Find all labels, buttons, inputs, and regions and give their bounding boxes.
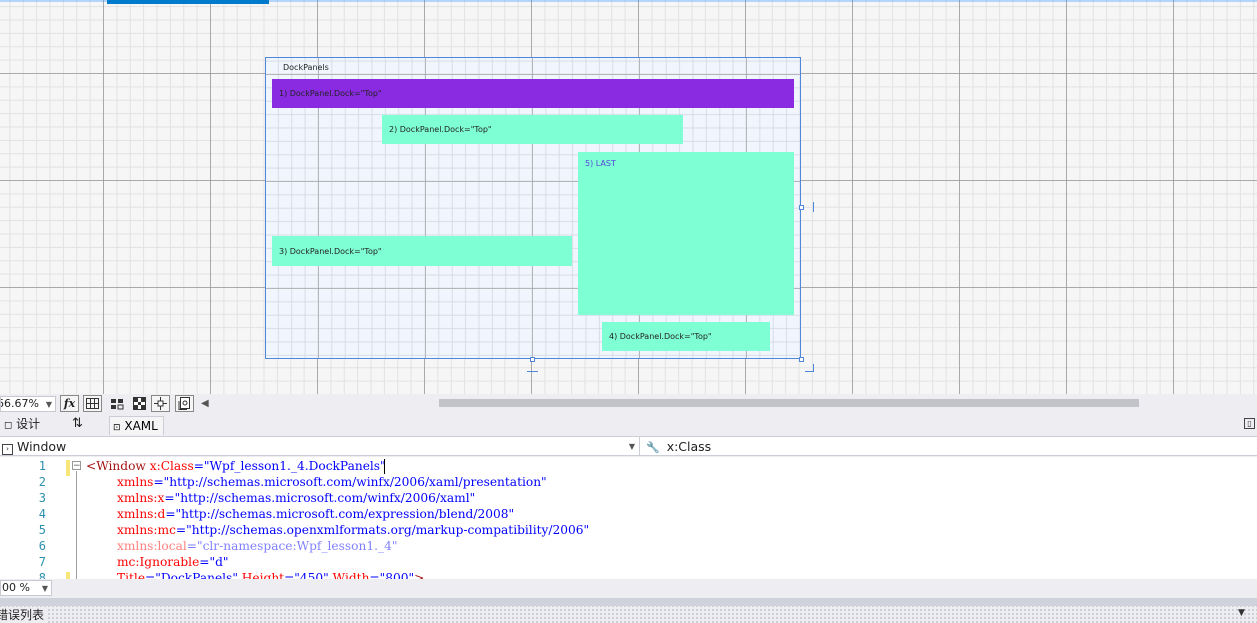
active-document-tab-indicator[interactable] [107, 0, 269, 4]
editor-status-bar [0, 579, 1257, 597]
editor-zoom-value: 100 % [1, 581, 30, 594]
resize-handle-right[interactable] [799, 205, 804, 210]
artboard-background-icon[interactable] [130, 395, 149, 412]
code-line: xmlns:mc="http://schemas.openxmlformats.… [117, 523, 590, 537]
design-view-icon: ◻ [4, 420, 13, 431]
dock-panel-label: 2) DockPanel.Dock="Top" [389, 125, 492, 134]
grid-icon[interactable] [83, 395, 102, 412]
dock-panel-4[interactable]: 4) DockPanel.Dock="Top" [602, 322, 770, 351]
element-navigation-value: Window [16, 439, 67, 454]
tab-xaml-label: XAML [124, 419, 158, 433]
line-number: 3 [38, 491, 46, 505]
swap-panes-icon: ⇅ [72, 416, 83, 431]
swap-panes-button[interactable]: ⇅ [72, 414, 83, 434]
code-line: xmlns:x="http://schemas.microsoft.com/wi… [117, 491, 476, 505]
change-tracking-marker [66, 460, 70, 476]
line-number: 6 [38, 539, 46, 553]
wrench-icon: 🔧 [646, 441, 660, 454]
horizontal-scrollbar-thumb[interactable] [439, 399, 1139, 407]
resize-handle-corner[interactable] [799, 357, 804, 362]
dock-panel-1[interactable]: 1) DockPanel.Dock="Top" [272, 79, 794, 108]
xaml-view-icon: ⊡ [113, 423, 121, 433]
code-line: mc:Ignorable="d" [117, 555, 229, 569]
code-line: xmlns="http://schemas.microsoft.com/winf… [117, 475, 547, 489]
element-icon: › [2, 444, 13, 455]
dock-panel-last[interactable]: 5) LAST [578, 152, 794, 315]
editor-zoom-combo[interactable]: 100 % ▼ [0, 580, 52, 596]
dock-panel-label: 5) LAST [585, 159, 616, 168]
resize-adorner-right[interactable] [813, 202, 814, 212]
split-view-bar [0, 413, 1257, 435]
member-navigation-value: x:Class [666, 439, 712, 454]
code-line: <Window x:Class="Wpf_lesson1._4.DockPane… [86, 459, 386, 473]
project-code-icon[interactable] [175, 395, 194, 412]
code-line: xmlns:d="http://schemas.microsoft.com/ex… [117, 507, 515, 521]
tab-design-label: 设计 [16, 417, 41, 431]
scroll-left-arrow-icon[interactable]: ◀ [201, 395, 211, 412]
line-number: 2 [38, 475, 46, 489]
chevron-down-icon: ▼ [628, 442, 635, 451]
chevron-down-icon[interactable]: ▼ [1238, 608, 1245, 618]
outline-guide [76, 471, 77, 579]
dock-panel-label: 3) DockPanel.Dock="Top" [279, 246, 382, 256]
panel-splitter[interactable] [0, 598, 1257, 606]
dock-panel-2[interactable]: 2) DockPanel.Dock="Top" [382, 115, 683, 144]
resize-handle-bottom[interactable] [530, 357, 535, 362]
line-number: 7 [38, 555, 46, 569]
fx-icon[interactable]: fx [60, 395, 79, 412]
dock-panel-label: 4) DockPanel.Dock="Top" [609, 332, 712, 341]
error-list-title-text: 错误列表 [0, 608, 45, 622]
text-caret [384, 459, 385, 474]
collapse-pane-icon[interactable]: ▯ [1244, 418, 1255, 429]
chevron-down-icon: ▼ [45, 400, 52, 409]
member-navigation-dropdown[interactable]: 🔧 x:Class [642, 437, 1257, 456]
element-navigation-dropdown[interactable]: › Window ▼ [0, 437, 640, 456]
resize-adorner-corner-h [805, 371, 814, 372]
designer-zoom-combo[interactable]: 66.67% ▼ [0, 396, 56, 412]
code-line: xmlns:local="clr-namespace:Wpf_lesson1._… [117, 539, 398, 553]
line-number: 5 [38, 523, 46, 537]
snap-to-snaplines-icon[interactable] [151, 395, 170, 412]
tab-design[interactable]: ◻ 设计 [4, 414, 40, 434]
designer-zoom-value: 66.67% [0, 397, 39, 410]
dock-panel-label: 1) DockPanel.Dock="Top" [279, 89, 382, 98]
resize-adorner-bottom[interactable] [527, 371, 538, 372]
tab-xaml[interactable]: ⊡ XAML [109, 416, 164, 435]
line-number: 4 [38, 507, 46, 521]
error-list-header [0, 606, 1257, 623]
dock-panel-3[interactable]: 3) DockPanel.Dock="Top" [272, 236, 572, 266]
collapse-region-icon[interactable]: − [72, 461, 81, 471]
error-list-title[interactable]: 错误列表 [0, 608, 49, 623]
chevron-down-icon: ▼ [41, 584, 48, 593]
snap-gridlines-icon[interactable] [107, 395, 126, 412]
line-number: 1 [38, 459, 46, 473]
window-title: DockPanels [283, 63, 329, 72]
